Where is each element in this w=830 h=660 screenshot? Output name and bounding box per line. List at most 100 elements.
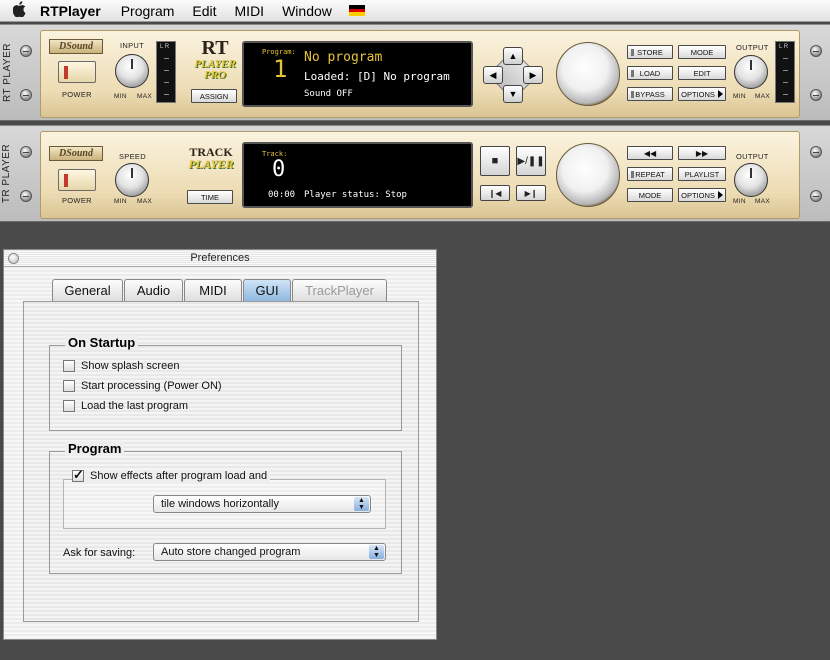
app-menu[interactable]: RTPlayer [40,3,112,19]
output-knob[interactable] [734,55,768,89]
screw-icon [20,45,32,57]
checkbox-icon [63,360,75,372]
options-button[interactable]: OPTIONS [678,87,726,101]
stop-button[interactable]: ■ [480,146,510,176]
loaded-program: Loaded: [D] No program [304,70,450,83]
program-title: Program [65,441,125,456]
playlist-button[interactable]: PLAYLIST [678,167,726,181]
power-label: POWER [62,90,92,99]
min-label: MIN [114,198,127,205]
window-title-bar[interactable]: Preferences [4,250,436,267]
mode-button[interactable]: MODE [627,188,673,202]
on-startup-title: On Startup [65,335,139,350]
rt-brand-title: RT [201,37,229,59]
menu-midi[interactable]: MIDI [226,3,274,19]
load-button[interactable]: LOAD [627,66,673,80]
screw-icon [20,89,32,101]
tr-player-panel: DSound POWER SPEED MIN MAX TRACK PLAYER … [40,131,800,219]
show-splash-checkbox[interactable]: Show splash screen [63,360,179,372]
speed-knob[interactable] [115,163,149,197]
menu-bar: RTPlayer Program Edit MIDI Window [0,0,830,22]
screw-icon [810,190,822,202]
track-time: 00:00 [268,190,296,200]
sound-status: Sound OFF [304,89,353,99]
close-window-icon[interactable] [8,253,19,264]
power-button[interactable] [58,169,96,191]
speed-label: SPEED [119,152,146,161]
power-button[interactable] [58,61,96,83]
rewind-button[interactable]: ◀◀ [627,146,673,160]
mode-button[interactable]: MODE [678,45,726,59]
input-level-meter [156,41,176,103]
updown-arrows-icon: ▲ ▼ [354,497,369,511]
max-label: MAX [137,93,152,100]
menu-edit[interactable]: Edit [183,3,225,19]
time-button[interactable]: TIME [187,190,233,204]
min-label: MIN [733,198,746,205]
tab-general[interactable]: General [52,279,123,301]
tr-track-display: Track: 0 00:00 Player status: Stop [242,142,473,208]
bypass-button[interactable]: BYPASS [627,87,673,101]
rt-main-dial[interactable] [556,42,620,106]
store-button[interactable]: STORE [627,45,673,59]
menu-window[interactable]: Window [273,3,341,19]
max-label: MAX [137,198,152,205]
load-label: LOAD [639,68,661,78]
max-label: MAX [755,93,770,100]
menu-program[interactable]: Program [112,3,184,19]
fast-forward-button[interactable]: ▶▶ [678,146,726,160]
repeat-label: REPEAT [635,169,665,179]
edit-button[interactable]: EDIT [678,66,726,80]
tab-content: On Startup Show splash screen Start proc… [23,301,419,622]
output-label: OUTPUT [736,43,769,52]
checkbox-label: Start processing (Power ON) [81,380,222,392]
play-pause-button[interactable]: ▶/❚❚ [516,146,546,176]
tab-gui[interactable]: GUI [243,279,291,301]
screw-icon [20,146,32,158]
load-last-program-checkbox[interactable]: Load the last program [63,400,188,412]
options-button[interactable]: OPTIONS [678,188,726,202]
assign-button[interactable]: ASSIGN [191,89,237,103]
store-label: STORE [637,47,663,57]
output-knob[interactable] [734,163,768,197]
output-label: OUTPUT [736,152,769,161]
min-label: MIN [114,93,127,100]
dsound-logo: DSound [49,146,103,161]
checkbox-label: Show effects after program load and [90,470,268,482]
select-value: Auto store changed program [161,546,301,558]
checkbox-label: Show splash screen [81,360,180,372]
keyboard-language-flag-icon[interactable] [348,5,365,17]
ask-for-saving-label: Ask for saving: [63,547,136,559]
apple-menu-icon[interactable] [0,0,40,21]
tile-windows-select[interactable]: tile windows horizontally ▲ ▼ [153,495,371,513]
max-label: MAX [755,198,770,205]
navigation-pad: ▲ ▼ ◀ ▶ [483,47,543,103]
start-processing-checkbox[interactable]: Start processing (Power ON) [63,380,222,392]
previous-track-button[interactable]: ❙◀ [480,185,510,201]
window-title: Preferences [190,252,250,264]
tab-audio[interactable]: Audio [124,279,183,301]
nav-up-button[interactable]: ▲ [503,47,523,65]
nav-left-button[interactable]: ◀ [483,66,503,84]
rt-brand-pro: PRO [204,69,226,81]
show-effects-checkbox[interactable]: Show effects after program load and [72,467,271,483]
nav-right-button[interactable]: ▶ [523,66,543,84]
preferences-window: Preferences General Audio MIDI GUI Track… [3,249,437,640]
ask-for-saving-select[interactable]: Auto store changed program ▲ ▼ [153,543,386,561]
checkmark-icon [72,467,84,483]
input-knob[interactable] [115,54,149,88]
track-number: 0 [272,157,286,182]
player-status: Player status: Stop [304,190,407,200]
rt-player-strip: RT PLAYER DSound POWER INPUT MIN MAX RT … [0,24,830,121]
screw-icon [810,45,822,57]
program-name: No program [304,50,383,65]
tab-trackplayer[interactable]: TrackPlayer [292,279,387,301]
tab-midi[interactable]: MIDI [184,279,242,301]
next-track-button[interactable]: ▶❙ [516,185,546,201]
checkbox-label: Load the last program [81,400,189,412]
rt-program-display: Program: 1 No program Loaded: [D] No pro… [242,41,473,107]
nav-down-button[interactable]: ▼ [503,85,523,103]
min-label: MIN [733,93,746,100]
repeat-button[interactable]: REPEAT [627,167,673,181]
tr-main-dial[interactable] [556,143,620,207]
